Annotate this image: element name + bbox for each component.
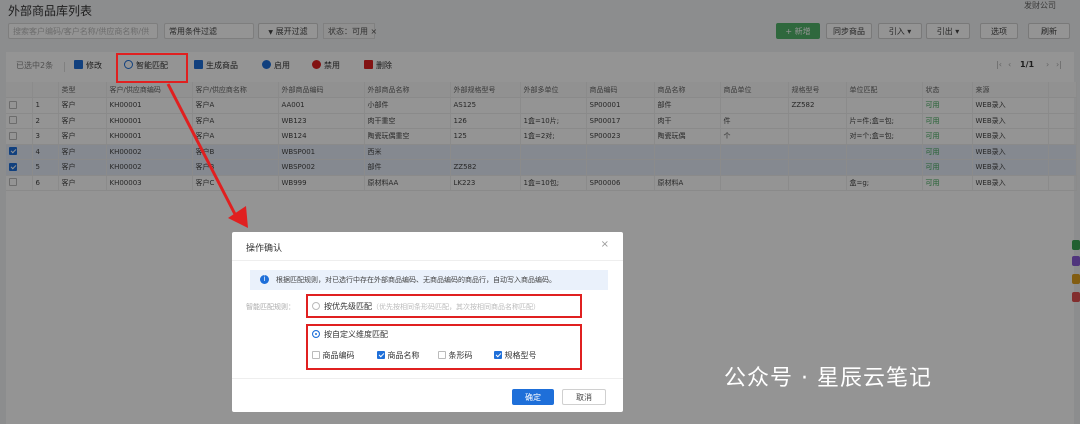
- highlight-box-priority: [306, 294, 582, 318]
- watermark-text: 公众号 · 星辰云笔记: [724, 366, 932, 391]
- dialog-title: 操作确认: [246, 244, 283, 254]
- dialog-footer-divider: [232, 378, 623, 379]
- annotation-arrow: [166, 83, 248, 228]
- cancel-button[interactable]: 取消: [562, 389, 606, 405]
- info-icon: i: [260, 275, 269, 284]
- confirm-label: 确定: [525, 393, 541, 402]
- close-icon[interactable]: ×: [601, 239, 609, 250]
- info-banner: i 根据匹配规则，对已选行中存在外部商品编码、无商品编码的商品行，自动写入商品编…: [250, 270, 608, 290]
- cancel-label: 取消: [576, 393, 592, 402]
- highlight-box-custom: [306, 324, 582, 370]
- dialog-divider: [232, 260, 623, 261]
- confirm-button[interactable]: 确定: [512, 389, 554, 405]
- confirm-dialog: 操作确认 × i 根据匹配规则，对已选行中存在外部商品编码、无商品编码的商品行，…: [232, 232, 623, 412]
- info-text: 根据匹配规则，对已选行中存在外部商品编码、无商品编码的商品行，自动写入商品编码。: [276, 276, 556, 284]
- highlight-box-match: [116, 53, 188, 83]
- rule-label: 智能匹配规则：: [246, 303, 295, 311]
